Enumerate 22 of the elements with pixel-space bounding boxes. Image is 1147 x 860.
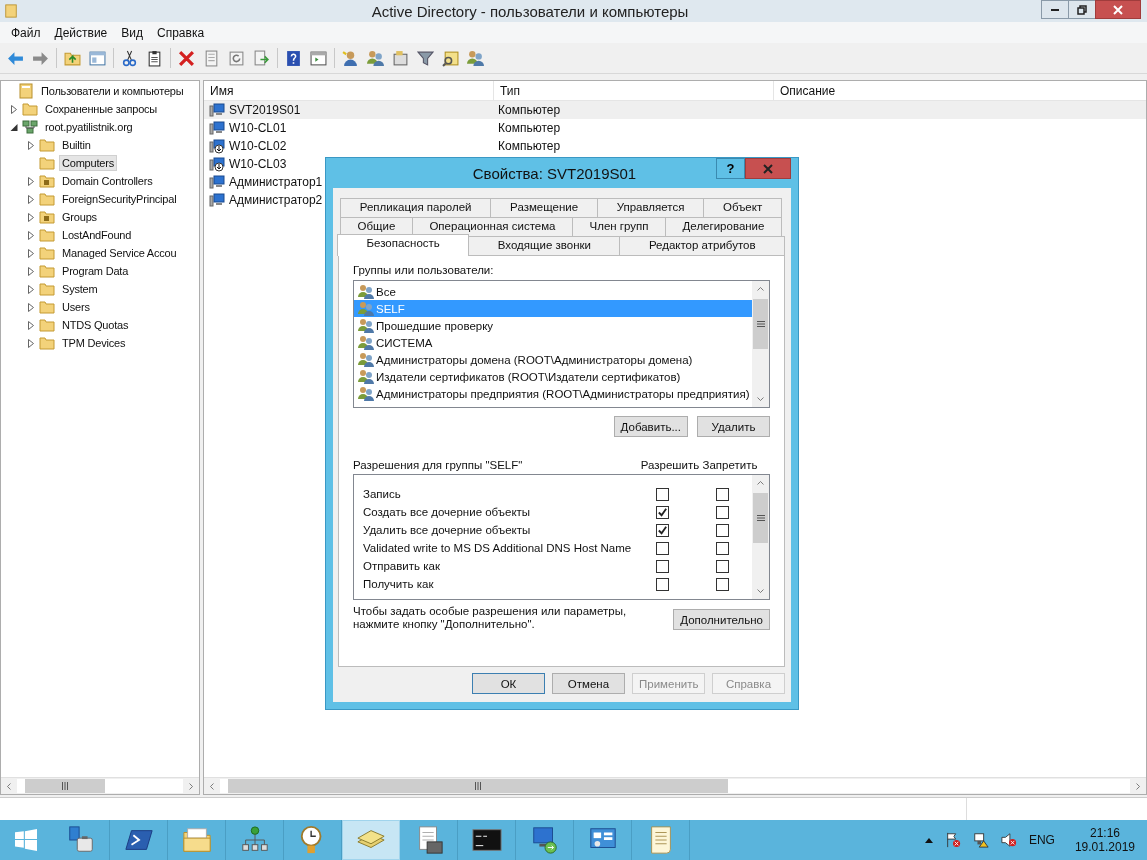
hint-text: Чтобы задать особые разрешения или параметры, нажмите кнопку "Дополнительно". [353, 605, 628, 631]
permission-name: Validated write to MS DS Additional DNS Host Name [362, 542, 632, 554]
permission-name: Создать все дочерние объекты [362, 506, 532, 518]
table-cell: Компьютер [498, 139, 561, 153]
permission-name: Удалить все дочерние объекты [362, 524, 532, 536]
column-header: Запретить [701, 459, 759, 471]
table-cell: W10-CL01 [229, 121, 287, 135]
permission-name: Получить как [362, 578, 435, 590]
dialog-title: Свойства: SVT2019S01 [471, 164, 638, 182]
table-cell: Компьютер [498, 121, 561, 135]
table-cell: SVT2019S01 [229, 103, 301, 117]
table-cell: W10-CL03 [229, 157, 287, 171]
table-cell: Администратор1 [229, 175, 323, 189]
field-label: Группы или пользователи: [353, 264, 495, 276]
table-cell: Администратор2 [229, 193, 323, 207]
table-cell: Компьютер [498, 103, 561, 117]
field-label: Разрешения для группы "SELF" [353, 459, 524, 471]
column-header: Разрешить [640, 459, 700, 471]
permission-name: Отправить как [362, 560, 441, 572]
permission-name: Запись [362, 488, 402, 500]
table-cell: W10-CL02 [229, 139, 287, 153]
window-title: Active Directory - пользователи и компьютеры [370, 2, 690, 20]
